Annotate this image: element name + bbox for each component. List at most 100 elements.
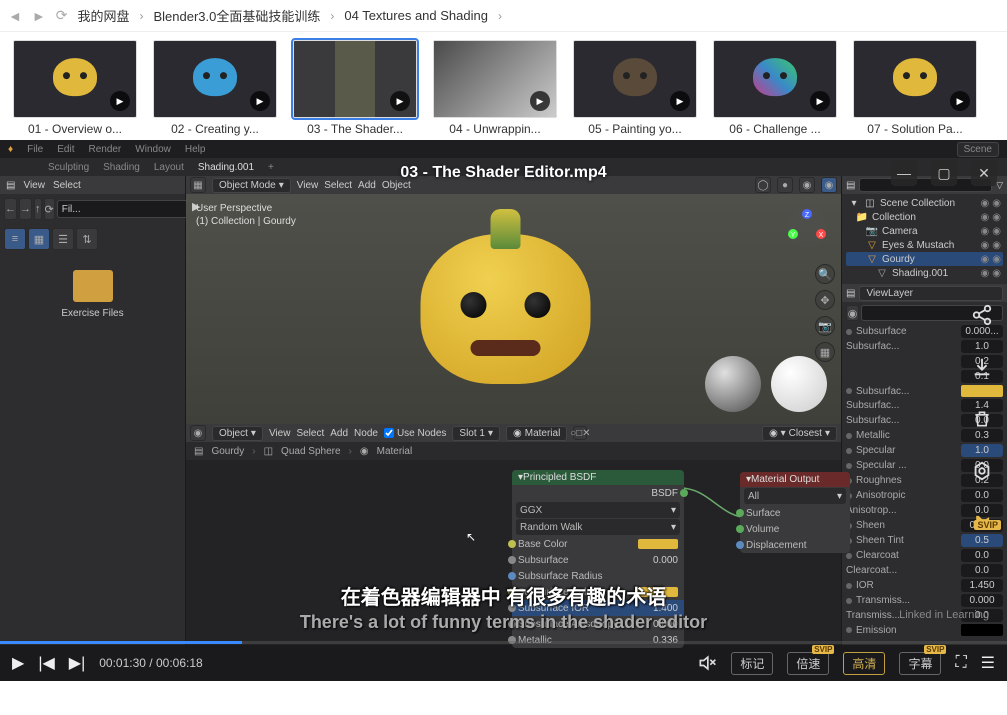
folder-item[interactable]: Exercise Files	[0, 254, 185, 319]
menu-edit[interactable]: Edit	[57, 144, 74, 155]
use-nodes-checkbox[interactable]: Use Nodes	[384, 428, 446, 439]
view-thumb-icon[interactable]: ☰	[52, 228, 74, 250]
download-icon[interactable]	[967, 352, 997, 382]
refresh-icon[interactable]: ⟳	[56, 7, 68, 24]
prev-button[interactable]: |◀	[38, 653, 54, 673]
property-row[interactable]: Clearcoat...0.0	[846, 563, 1003, 578]
property-row[interactable]: Transmiss...0.000	[846, 593, 1003, 608]
refresh-icon[interactable]: ⟳	[44, 198, 55, 220]
visibility-icon[interactable]: ◉	[981, 198, 990, 209]
maximize-icon[interactable]: ▢	[931, 160, 957, 186]
thumbnail-item[interactable]: ▶05 - Painting yo...	[568, 40, 702, 136]
breadcrumb-chapter[interactable]: 04 Textures and Shading	[344, 8, 488, 23]
menu-add[interactable]: Add	[330, 428, 348, 439]
thumbnail-item[interactable]: ▶01 - Overview o...	[8, 40, 142, 136]
tab-layout[interactable]: Layout	[154, 162, 184, 173]
editor-type-icon[interactable]: ▦	[190, 177, 206, 193]
play-button[interactable]: ▶	[12, 653, 24, 673]
mute-button[interactable]	[697, 653, 717, 673]
quality-button[interactable]: 高清	[843, 652, 885, 675]
navigation-gizmo[interactable]: ZXY	[785, 206, 829, 250]
editor-type-icon[interactable]: ▤	[846, 288, 855, 299]
target-dropdown[interactable]: All▾	[744, 488, 846, 504]
tab-sculpting[interactable]: Sculpting	[48, 162, 89, 173]
shading-material-icon[interactable]: ◉	[799, 177, 815, 193]
mode-dropdown[interactable]: Object Mode ▾	[212, 178, 291, 193]
bc-mesh[interactable]: Quad Sphere	[281, 446, 341, 457]
thumbnail-item[interactable]: ▶07 - Solution Pa...	[848, 40, 982, 136]
tab-shading[interactable]: Shading	[103, 162, 140, 173]
subtitle-button[interactable]: 字幕SVIP	[899, 652, 941, 675]
settings-icon[interactable]	[967, 456, 997, 486]
outliner-item[interactable]: 📷Camera◉◉	[846, 224, 1003, 238]
viewport-3d[interactable]: ▶ User Perspective (1) Collection | Gour…	[186, 194, 841, 424]
props-tab-icon[interactable]: ◉	[846, 305, 859, 321]
minimize-icon[interactable]: —	[891, 160, 917, 186]
input-subsurface[interactable]: Subsurface0.000	[512, 552, 684, 568]
distribution-dropdown[interactable]: GGX▾	[516, 502, 680, 518]
outliner-scene-collection[interactable]: ▾◫Scene Collection◉◉	[846, 196, 1003, 210]
speed-button[interactable]: 倍速SVIP	[787, 652, 829, 675]
thumbnail-item[interactable]: ▶04 - Unwrappin...	[428, 40, 562, 136]
filter-icon[interactable]: ▽	[996, 180, 1003, 191]
node-material-output[interactable]: ▾ Material Output All▾ Surface Volume Di…	[740, 472, 850, 553]
outliner-item[interactable]: ▽Gourdy◉◉	[846, 252, 1003, 266]
menu-add[interactable]: Add	[358, 180, 376, 191]
thumbnail-item[interactable]: ▶03 - The Shader...	[288, 40, 422, 136]
outliner-item[interactable]: ▽Eyes & Mustach◉◉	[846, 238, 1003, 252]
viewlayer-dropdown[interactable]: ViewLayer	[859, 286, 1003, 301]
thumbnail-item[interactable]: ▶06 - Challenge ...	[708, 40, 842, 136]
progress-bar[interactable]	[0, 641, 1007, 644]
input-base-color[interactable]: Base Color	[512, 536, 684, 552]
breadcrumb-course[interactable]: Blender3.0全面基础技能训练	[153, 6, 320, 25]
bookmark-button[interactable]: 标记	[731, 652, 773, 675]
next-button[interactable]: ▶|	[69, 653, 85, 673]
delete-icon[interactable]	[967, 404, 997, 434]
input-metallic[interactable]: Metallic0.336	[512, 632, 684, 648]
property-row[interactable]: Clearcoat0.0	[846, 548, 1003, 563]
thumbnail-item[interactable]: ▶02 - Creating y...	[148, 40, 282, 136]
perspective-icon[interactable]: ▦	[815, 342, 835, 362]
scene-dropdown[interactable]: Scene	[957, 142, 999, 157]
property-row[interactable]: Emission	[846, 623, 1003, 637]
share-icon[interactable]	[967, 300, 997, 330]
camera-icon[interactable]: 📷	[815, 316, 835, 336]
bc-object[interactable]: Gourdy	[211, 446, 244, 457]
bc-material[interactable]: Material	[377, 446, 413, 457]
tab-active[interactable]: Shading.001	[198, 162, 254, 173]
editor-type-icon[interactable]: ◉	[190, 425, 206, 441]
interpolation-dropdown[interactable]: ◉ ▾ Closest ▾	[762, 426, 837, 441]
shader-type-dropdown[interactable]: Object ▾	[212, 426, 263, 441]
close-icon[interactable]: ✕	[971, 160, 997, 186]
menu-view[interactable]: View	[297, 180, 319, 191]
shading-rendered-icon[interactable]: ◉	[821, 177, 837, 193]
outliner-item[interactable]: ▽Shading.001◉◉	[846, 266, 1003, 280]
menu-file[interactable]: File	[27, 144, 43, 155]
fullscreen-button[interactable]: ⛶	[955, 654, 966, 672]
view-grid-icon[interactable]: ▦	[28, 228, 50, 250]
path-input[interactable]	[57, 200, 199, 218]
menu-window[interactable]: Window	[135, 144, 171, 155]
menu-view[interactable]: View	[269, 428, 291, 439]
outliner-item[interactable]: 📁Collection◉◉	[846, 210, 1003, 224]
nav-back-icon[interactable]: ◄	[8, 8, 22, 24]
nav-up-icon[interactable]: ↑	[34, 198, 42, 220]
node-header[interactable]: ▾ Material Output	[740, 472, 850, 487]
nav-forward-icon[interactable]: ►	[32, 8, 46, 24]
shading-wireframe-icon[interactable]: ◯	[755, 177, 771, 193]
menu-select[interactable]: Select	[296, 428, 324, 439]
editor-type-icon[interactable]: ▤	[846, 180, 855, 191]
nav-back-icon[interactable]: ←	[4, 198, 17, 220]
menu-help[interactable]: Help	[185, 144, 206, 155]
menu-node[interactable]: Node	[354, 428, 378, 439]
sort-icon[interactable]: ⇅	[76, 228, 98, 250]
nav-forward-icon[interactable]: →	[19, 198, 32, 220]
menu-render[interactable]: Render	[88, 144, 121, 155]
zoom-icon[interactable]: 🔍	[815, 264, 835, 284]
material-dropdown[interactable]: ◉ Material	[506, 426, 567, 441]
menu-select[interactable]: Select	[324, 180, 352, 191]
shading-solid-icon[interactable]: ●	[777, 177, 793, 193]
playlist-button[interactable]: ☰	[981, 653, 995, 673]
view-list-icon[interactable]: ≡	[4, 228, 26, 250]
menu-select[interactable]: Select	[53, 180, 81, 191]
